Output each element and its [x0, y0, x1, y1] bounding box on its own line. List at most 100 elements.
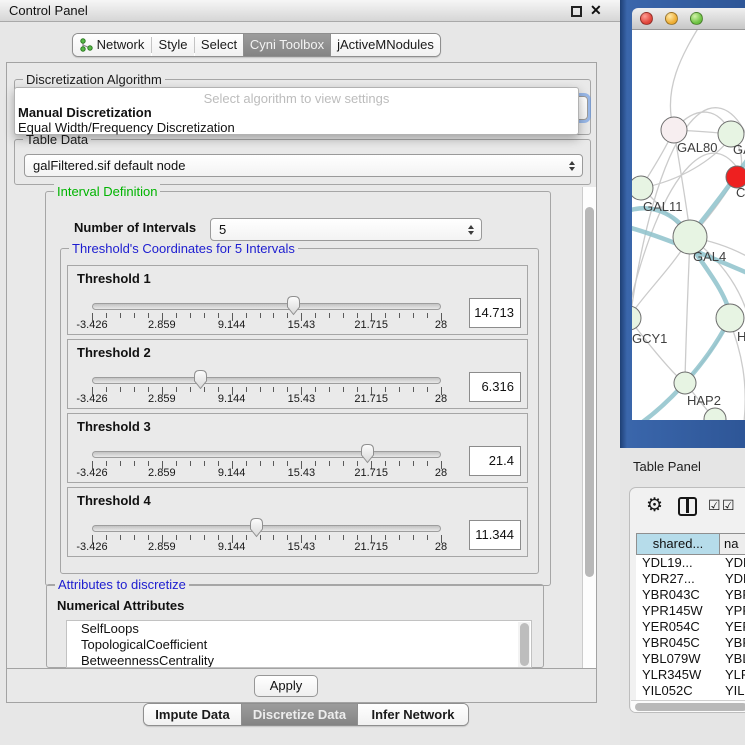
- tab-impute-data[interactable]: Impute Data: [144, 704, 241, 725]
- tab-network[interactable]: Network: [73, 34, 151, 56]
- zoom-traffic-light-icon[interactable]: [690, 12, 703, 25]
- slider-thumb[interactable]: [285, 295, 302, 321]
- table-data-combobox[interactable]: galFiltered.sif default node: [24, 154, 583, 177]
- graph-node[interactable]: [632, 176, 653, 200]
- table-cell[interactable]: YLR3: [720, 667, 745, 683]
- slider-tick: [343, 387, 344, 392]
- table-row[interactable]: YIL052CYIL0: [636, 683, 745, 699]
- table-cell[interactable]: YIL0: [720, 683, 745, 699]
- close-icon[interactable]: ✕: [590, 2, 602, 19]
- tab-discretize-data[interactable]: Discretize Data: [241, 704, 358, 725]
- numerical-attributes-list[interactable]: SelfLoopsTopologicalCoefficientBetweenne…: [66, 620, 532, 668]
- number-of-intervals-combobox[interactable]: 5: [210, 218, 482, 241]
- list-scrollbar[interactable]: [518, 622, 530, 668]
- table-row[interactable]: YDL19...YDL1: [636, 555, 745, 571]
- minimize-traffic-light-icon[interactable]: [665, 12, 678, 25]
- table-cell[interactable]: YBR043C: [636, 587, 720, 603]
- column-header-name[interactable]: na: [720, 533, 745, 555]
- slider-tick: [399, 461, 400, 466]
- tab-style[interactable]: Style: [152, 34, 194, 56]
- slider-tick: [120, 535, 121, 540]
- attribute-list-item[interactable]: SelfLoops: [67, 621, 531, 637]
- slider-tick: [399, 313, 400, 318]
- graph-node[interactable]: [716, 304, 744, 332]
- graph-node[interactable]: [632, 306, 641, 330]
- slider-tick: [134, 461, 135, 466]
- threshold-value-field[interactable]: 21.4: [469, 446, 521, 476]
- slider-scale-label: 9.144: [218, 467, 246, 479]
- slider-track[interactable]: [92, 303, 441, 310]
- slider-track[interactable]: [92, 525, 441, 532]
- number-of-intervals-label: Number of Intervals: [74, 220, 196, 235]
- table-cell[interactable]: YIL052C: [636, 683, 720, 699]
- graph-node-label: H: [737, 329, 745, 344]
- slider-tick: [176, 461, 177, 466]
- network-canvas[interactable]: GAL80GACGAL11GAL4GCY1HHAP2: [632, 30, 745, 420]
- table-cell[interactable]: YPR145W: [636, 603, 720, 619]
- table-row[interactable]: YLR345WYLR3: [636, 667, 745, 683]
- slider-tick: [427, 387, 428, 392]
- slider-tick: [329, 387, 330, 392]
- tab-select[interactable]: Select: [195, 34, 243, 56]
- graph-node-label: GA: [733, 142, 745, 157]
- table-cell[interactable]: YDR27...: [636, 571, 720, 587]
- checkbox-icon[interactable]: ☑: [722, 497, 735, 514]
- combo-arrows-icon: [468, 225, 474, 235]
- attribute-list-item[interactable]: BetweennessCentrality: [67, 653, 531, 668]
- scrollbar-thumb[interactable]: [635, 703, 745, 711]
- slider-scale-label: 2.859: [148, 319, 176, 331]
- attribute-list-item[interactable]: TopologicalCoefficient: [67, 637, 531, 653]
- table-row[interactable]: YBL079WYBL0: [636, 651, 745, 667]
- table-cell[interactable]: YPR1: [720, 603, 745, 619]
- scrollbar-thumb[interactable]: [520, 623, 529, 666]
- table-row[interactable]: YPR145WYPR1: [636, 603, 745, 619]
- slider-tick: [120, 313, 121, 318]
- table-cell[interactable]: YER054C: [636, 619, 720, 635]
- table-cell[interactable]: YLR345W: [636, 667, 720, 683]
- slider-thumb[interactable]: [248, 517, 265, 543]
- table-row[interactable]: YDR27...YDR2: [636, 571, 745, 587]
- graph-node[interactable]: [674, 372, 696, 394]
- column-header-shared-name[interactable]: shared...: [636, 533, 720, 555]
- table-cell[interactable]: YDL1: [720, 555, 745, 571]
- graph-node-label: C: [736, 185, 745, 200]
- float-window-icon[interactable]: [571, 6, 582, 17]
- tab-cyni-toolbox[interactable]: Cyni Toolbox: [243, 34, 331, 56]
- table-cell[interactable]: YBR0: [720, 635, 745, 651]
- table-cell[interactable]: YBL079W: [636, 651, 720, 667]
- gear-icon[interactable]: ⚙: [646, 494, 663, 517]
- apply-button[interactable]: Apply: [254, 675, 318, 697]
- slider-scale-label: 28: [435, 541, 447, 553]
- threshold-value-field[interactable]: 6.316: [469, 372, 521, 402]
- slider-scale-label: 15.43: [288, 541, 316, 553]
- slider-track[interactable]: [92, 377, 441, 384]
- table-cell[interactable]: YBR045C: [636, 635, 720, 651]
- threshold-value-field[interactable]: 11.344: [469, 520, 521, 550]
- algorithm-item-manual[interactable]: Manual Discretization: [18, 105, 152, 120]
- table-row[interactable]: YBR045CYBR0: [636, 635, 745, 651]
- columns-icon[interactable]: [678, 497, 697, 516]
- close-traffic-light-icon[interactable]: [640, 12, 653, 25]
- panel-scrollbar[interactable]: [582, 187, 596, 668]
- tab-jactivemnodules[interactable]: jActiveMNodules: [331, 34, 440, 56]
- scrollbar-thumb[interactable]: [585, 207, 594, 577]
- window-title: Control Panel: [9, 3, 88, 18]
- table-cell[interactable]: YER0: [720, 619, 745, 635]
- slider-scale-label: 28: [435, 319, 447, 331]
- algorithm-placeholder-item[interactable]: Select algorithm to view settings: [15, 91, 578, 106]
- threshold-value-field[interactable]: 14.713: [469, 298, 521, 328]
- table-hscrollbar[interactable]: [631, 700, 745, 712]
- checkbox-icon[interactable]: ☑: [708, 497, 721, 514]
- table-row[interactable]: YER054CYER0: [636, 619, 745, 635]
- table-cell[interactable]: YDR2: [720, 571, 745, 587]
- table-cell[interactable]: YBL0: [720, 651, 745, 667]
- slider-tick: [413, 313, 414, 318]
- tab-infer-network[interactable]: Infer Network: [358, 704, 468, 725]
- slider-thumb[interactable]: [359, 443, 376, 469]
- table-row[interactable]: YBR043CYBR0: [636, 587, 745, 603]
- slider-track[interactable]: [92, 451, 441, 458]
- slider-thumb[interactable]: [192, 369, 209, 395]
- algorithm-item-equal-width[interactable]: Equal Width/Frequency Discretization: [18, 120, 235, 135]
- table-cell[interactable]: YDL19...: [636, 555, 720, 571]
- table-cell[interactable]: YBR0: [720, 587, 745, 603]
